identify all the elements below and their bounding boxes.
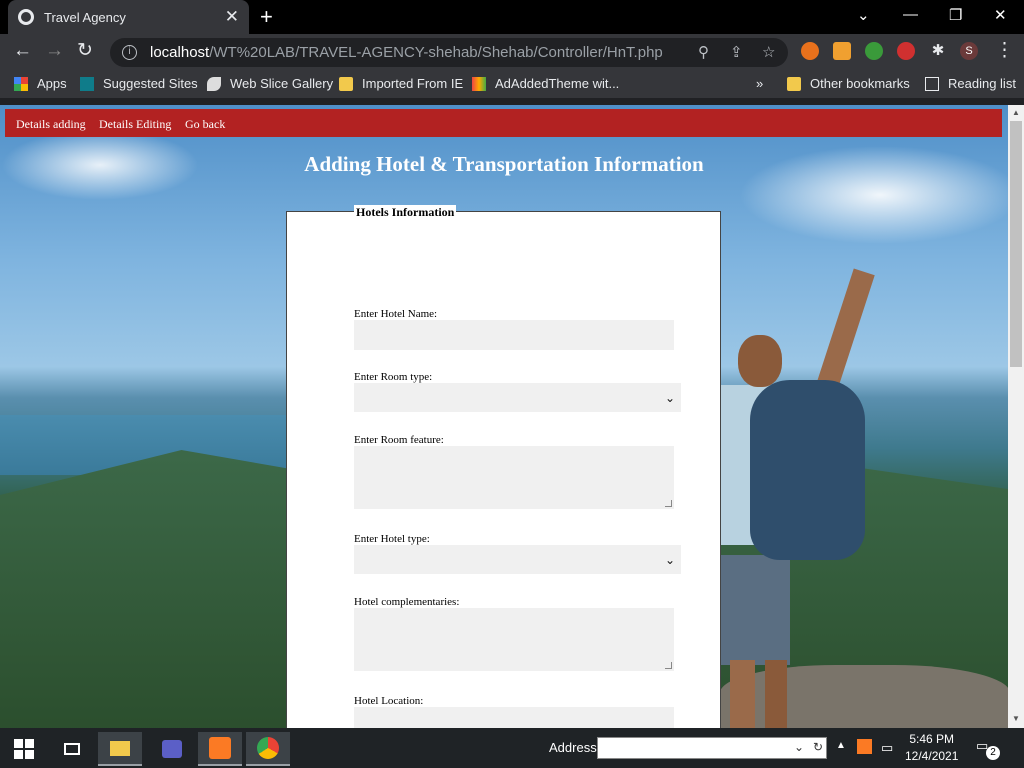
bookmark-label: AdAddedTheme wit... [495, 76, 620, 91]
folder-icon [339, 76, 353, 91]
adblock-icon[interactable] [897, 42, 915, 60]
page-scrollbar[interactable]: ▲ ▼ [1008, 105, 1024, 728]
file-explorer-icon[interactable] [98, 732, 142, 766]
complementaries-label: Hotel complementaries: [354, 596, 460, 608]
windows-taskbar: Address ⌄ ↻ ▲ ▭ 5:46 PM 12/4/2021 ▭ 2 [0, 728, 1024, 768]
bookmark-adaddedtheme[interactable]: AdAddedTheme wit... [472, 76, 619, 91]
reading-list[interactable]: Reading list [925, 76, 1016, 91]
bookmark-web-slice-gallery[interactable]: Web Slice Gallery [207, 76, 333, 91]
hotels-fieldset: Hotels Information Enter Hotel Name: Ent… [286, 205, 721, 728]
scroll-down-icon[interactable]: ▼ [1012, 714, 1020, 723]
extension-icon[interactable] [801, 42, 819, 60]
apps-grid-icon [14, 76, 28, 91]
bookmark-suggested-sites[interactable]: Suggested Sites [80, 76, 198, 91]
page-viewport: Details adding Details Editing Go back A… [0, 105, 1008, 728]
room-feature-label: Enter Room feature: [354, 434, 444, 446]
top-nav: Details adding Details Editing Go back [5, 109, 1002, 137]
theme-icon [472, 76, 486, 91]
bookmark-imported-from-ie[interactable]: Imported From IE [339, 76, 463, 91]
clock-time: 5:46 PM [909, 732, 955, 746]
bookmarks-overflow[interactable]: » [756, 76, 763, 91]
window-close-icon[interactable]: ✕ [994, 6, 1007, 24]
bookmark-label: Imported From IE [362, 76, 464, 91]
url-path: /WT%20LAB/TRAVEL-AGENCY-shehab/Shehab/Co… [209, 44, 663, 61]
browser-window: Travel Agency ✕ + ⌄ — ❐ ✕ ← → ↻ i localh… [0, 0, 1024, 105]
hotel-type-select[interactable]: ⌄ [354, 545, 681, 574]
hotel-location-input[interactable] [354, 707, 674, 728]
nav-details-adding[interactable]: Details adding [16, 117, 86, 132]
bookmark-apps[interactable]: Apps [14, 76, 67, 91]
hotel-type-label: Enter Hotel type: [354, 533, 430, 545]
chrome-icon[interactable] [246, 732, 290, 766]
bing-icon [80, 76, 94, 91]
browser-tab[interactable]: Travel Agency ✕ [8, 0, 249, 34]
reload-icon[interactable]: ↻ [77, 41, 93, 61]
browser-toolbar: ← → ↻ i localhost/WT%20LAB/TRAVEL-AGENCY… [0, 34, 1024, 70]
bookmark-other[interactable]: Other bookmarks [787, 76, 910, 91]
fieldset-legend: Hotels Information [354, 205, 457, 220]
nav-go-back[interactable]: Go back [185, 117, 225, 132]
teams-icon[interactable] [150, 732, 194, 766]
minimize-icon[interactable]: — [903, 6, 918, 23]
share-icon[interactable]: ⇪ [730, 43, 743, 61]
bookmark-label: Reading list [948, 76, 1016, 91]
forward-icon[interactable]: → [45, 41, 64, 61]
tab-title: Travel Agency [44, 9, 126, 25]
menu-icon[interactable]: ⋮ [995, 41, 1014, 61]
new-tab-icon[interactable]: + [260, 6, 273, 28]
system-clock[interactable]: 5:46 PM 12/4/2021 [905, 731, 958, 765]
notification-count-badge: 2 [986, 746, 1000, 760]
go-icon[interactable]: ↻ [813, 740, 823, 754]
address-toolbar-label: Address [549, 740, 597, 755]
bookmark-label: Suggested Sites [103, 76, 198, 91]
hotel-name-input[interactable] [354, 320, 674, 350]
hotel-location-label: Hotel Location: [354, 695, 424, 707]
bookmark-star-icon[interactable]: ☆ [762, 43, 775, 61]
scrollbar-thumb[interactable] [1010, 121, 1022, 367]
show-hidden-icons[interactable]: ▲ [836, 740, 846, 751]
url-host: localhost [150, 44, 210, 61]
room-type-label: Enter Room type: [354, 371, 433, 383]
bookmark-label: Apps [37, 76, 67, 91]
room-type-select[interactable]: ⌄ [354, 383, 681, 412]
chevron-down-icon: ⌄ [664, 390, 675, 405]
close-tab-icon[interactable]: ✕ [225, 8, 239, 25]
windows-start-icon[interactable] [2, 732, 46, 766]
bookmark-label: Other bookmarks [810, 76, 910, 91]
tab-search-icon[interactable]: ⌄ [857, 6, 870, 24]
scroll-up-icon[interactable]: ▲ [1012, 108, 1020, 117]
restore-icon[interactable]: ❐ [949, 6, 962, 24]
bookmark-label: Web Slice Gallery [230, 76, 334, 91]
globe-icon [18, 9, 34, 25]
key-extension-icon[interactable] [833, 42, 851, 60]
back-icon[interactable]: ← [13, 41, 32, 61]
toolbar-divider [0, 98, 1024, 105]
xampp-tray-icon[interactable] [857, 739, 872, 754]
task-view-icon[interactable] [50, 732, 94, 766]
address-toolbar-input[interactable]: ⌄ ↻ [597, 737, 827, 759]
complementaries-textarea[interactable] [354, 608, 674, 671]
extension-icon[interactable] [865, 42, 883, 60]
reading-list-icon [925, 76, 939, 91]
bookmarks-bar: Apps Suggested Sites Web Slice Gallery I… [0, 70, 1024, 98]
power-icon[interactable]: ▭ [881, 740, 893, 756]
page-title: Adding Hotel & Transportation Informatio… [304, 152, 704, 176]
folder-icon [787, 76, 801, 91]
chevron-down-icon: ⌄ [664, 552, 675, 567]
chevron-down-icon[interactable]: ⌄ [794, 740, 804, 754]
puzzle-icon[interactable]: ✱ [929, 42, 947, 60]
site-info-icon[interactable]: i [122, 45, 137, 60]
background-hiker [720, 265, 875, 728]
xampp-icon[interactable] [198, 732, 242, 766]
nav-details-editing[interactable]: Details Editing [99, 117, 171, 132]
overflow-chevron-icon: » [756, 76, 764, 91]
ie-icon [207, 76, 221, 91]
address-bar[interactable]: i localhost/WT%20LAB/TRAVEL-AGENCY-sheha… [110, 38, 788, 67]
room-feature-textarea[interactable] [354, 446, 674, 509]
clock-date: 12/4/2021 [905, 749, 959, 763]
tab-strip: Travel Agency ✕ + ⌄ — ❐ ✕ [0, 0, 1024, 34]
hotel-name-label: Enter Hotel Name: [354, 308, 438, 320]
zoom-icon[interactable]: ⚲ [698, 43, 709, 61]
profile-avatar[interactable]: S [960, 42, 978, 60]
